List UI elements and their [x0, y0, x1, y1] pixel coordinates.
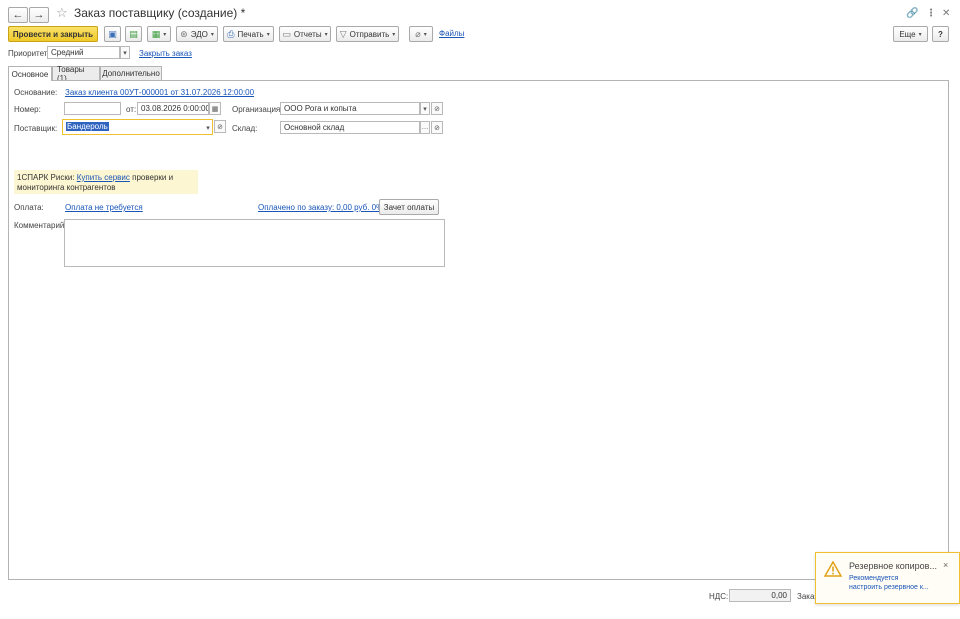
supplier-input[interactable]: Бандероль [62, 119, 213, 135]
warning-icon [824, 561, 842, 577]
more-vertical-icon[interactable]: ⋮ [926, 8, 936, 19]
spark-banner: 1СПАРК Риски: Купить сервис проверки и м… [14, 170, 198, 194]
tab-main[interactable]: Основное [8, 66, 52, 81]
priority-dropdown-button[interactable]: ▾ [120, 46, 130, 59]
chevron-down-icon: ▾ [123, 49, 127, 57]
warehouse-input[interactable]: Основной склад [280, 121, 420, 134]
payment-link[interactable]: Оплата не требуется [65, 203, 143, 212]
supplier-label: Поставщик: [14, 124, 58, 133]
send-button[interactable]: ▽ Отправить ▾ [336, 26, 399, 42]
edo-button[interactable]: ⊛ ЭДО ▾ [176, 26, 218, 42]
spark-text-2: мониторинга контрагентов [17, 183, 116, 192]
backup-notification[interactable]: Резервное копиров... × Рекомендуется нас… [815, 552, 960, 604]
tab-additional[interactable]: Дополнительно [100, 66, 162, 80]
payment-label: Оплата: [14, 203, 44, 212]
basis-label: Основание: [14, 88, 58, 97]
vat-field: 0,00 [729, 589, 791, 602]
printer-icon: ⎙ [227, 28, 235, 39]
edo-label: ЭДО [190, 29, 208, 39]
create-based-button[interactable]: ▦ ▾ [147, 26, 171, 42]
arrow-right-icon: → [33, 9, 45, 21]
link-icon: ⊘ [434, 105, 440, 113]
priority-label: Приоритет: [8, 49, 50, 58]
favorite-star-icon[interactable]: ☆ [56, 5, 68, 21]
send-icon: ▽ [339, 28, 347, 39]
close-order-link[interactable]: Закрыть заказ [139, 49, 192, 58]
spark-buy-link[interactable]: Купить сервис [77, 173, 130, 182]
window-title: Заказ поставщику (создание) * [74, 6, 246, 20]
paperclip-icon: ⌀ [415, 28, 421, 39]
basis-link[interactable]: Заказ клиента 00УТ-000001 от 31.07.2026 … [65, 88, 254, 97]
reports-button[interactable]: ▭ Отчеты ▾ [279, 26, 331, 42]
organization-dropdown-button[interactable]: ▾ [420, 102, 430, 115]
arrow-left-icon: ← [12, 9, 24, 21]
help-button[interactable]: ? [932, 26, 949, 42]
forward-button[interactable]: → [29, 7, 49, 23]
date-input[interactable]: 03.08.2026 0:00:00 [137, 102, 209, 115]
number-input[interactable] [64, 102, 121, 115]
calendar-button[interactable]: ▦ [209, 102, 221, 115]
organization-input[interactable]: ООО Рога и копыта [280, 102, 420, 115]
spark-prefix: 1СПАРК Риски: [17, 173, 75, 182]
report-icon: ▭ [282, 28, 291, 39]
link-icon[interactable]: 🔗 [906, 8, 918, 19]
spark-text-1: проверки и [132, 173, 174, 182]
reports-label: Отчеты [293, 29, 322, 39]
floppy-icon: ▣ [108, 28, 117, 39]
notification-line-1[interactable]: Рекомендуется [849, 575, 898, 582]
chevron-down-icon: ▾ [423, 105, 427, 113]
link-icon: ⊘ [217, 123, 223, 131]
print-label: Печать [237, 29, 264, 39]
send-label: Отправить [349, 29, 390, 39]
priority-select[interactable]: Средний [47, 46, 120, 59]
post-button[interactable]: ▤ [125, 26, 142, 42]
files-link[interactable]: Файлы [439, 29, 464, 38]
supplier-dropdown-button[interactable]: ▾ [203, 121, 213, 134]
warehouse-select-button[interactable]: … [420, 121, 430, 134]
notification-close-icon[interactable]: × [943, 560, 948, 570]
post-doc-icon: ▤ [129, 28, 138, 39]
dropdown-triangle-icon: ▾ [266, 31, 270, 38]
warehouse-label: Склад: [232, 124, 258, 133]
link-icon: ⊘ [434, 124, 440, 132]
save-button[interactable]: ▣ [104, 26, 121, 42]
date-label: от: [126, 105, 137, 114]
dropdown-triangle-icon: ▾ [210, 31, 214, 38]
dropdown-triangle-icon: ▾ [324, 31, 328, 38]
more-button[interactable]: Еще ▾ [893, 26, 928, 42]
post-and-close-button[interactable]: Провести и закрыть [8, 26, 98, 42]
warehouse-open-button[interactable]: ⊘ [431, 121, 443, 134]
tab-panel [8, 80, 949, 580]
organization-label: Организация: [232, 105, 283, 114]
dropdown-triangle-icon: ▾ [392, 31, 396, 38]
edo-icon: ⊛ [180, 28, 188, 39]
comment-label: Комментарий: [14, 221, 67, 230]
tab-goods[interactable]: Товары (1) [52, 65, 100, 83]
calendar-icon: ▦ [211, 105, 219, 113]
ellipsis-icon: … [421, 124, 429, 131]
notification-title: Резервное копиров... [849, 561, 937, 571]
more-label: Еще [899, 29, 916, 39]
structure-icon: ▦ [151, 28, 161, 39]
back-button[interactable]: ← [8, 7, 28, 23]
supplier-value: Бандероль [66, 122, 109, 131]
dropdown-triangle-icon: ▾ [423, 31, 427, 38]
dropdown-triangle-icon: ▾ [918, 31, 922, 38]
notification-line-2[interactable]: настроить резервное к... [849, 584, 929, 591]
chevron-down-icon: ▾ [206, 124, 210, 132]
attach-button[interactable]: ⌀ ▾ [409, 26, 433, 42]
dropdown-triangle-icon: ▾ [163, 31, 167, 38]
close-icon[interactable]: ✕ [942, 8, 950, 19]
supplier-open-button[interactable]: ⊘ [214, 120, 226, 133]
payment-offset-button[interactable]: Зачет оплаты [379, 199, 439, 215]
print-button[interactable]: ⎙ Печать ▾ [223, 26, 274, 42]
organization-open-button[interactable]: ⊘ [431, 102, 443, 115]
paid-by-order-link[interactable]: Оплачено по заказу: 0,00 руб. 0% [258, 203, 383, 212]
vat-label: НДС: [709, 592, 729, 601]
number-label: Номер: [14, 105, 41, 114]
comment-textarea[interactable] [64, 219, 445, 267]
